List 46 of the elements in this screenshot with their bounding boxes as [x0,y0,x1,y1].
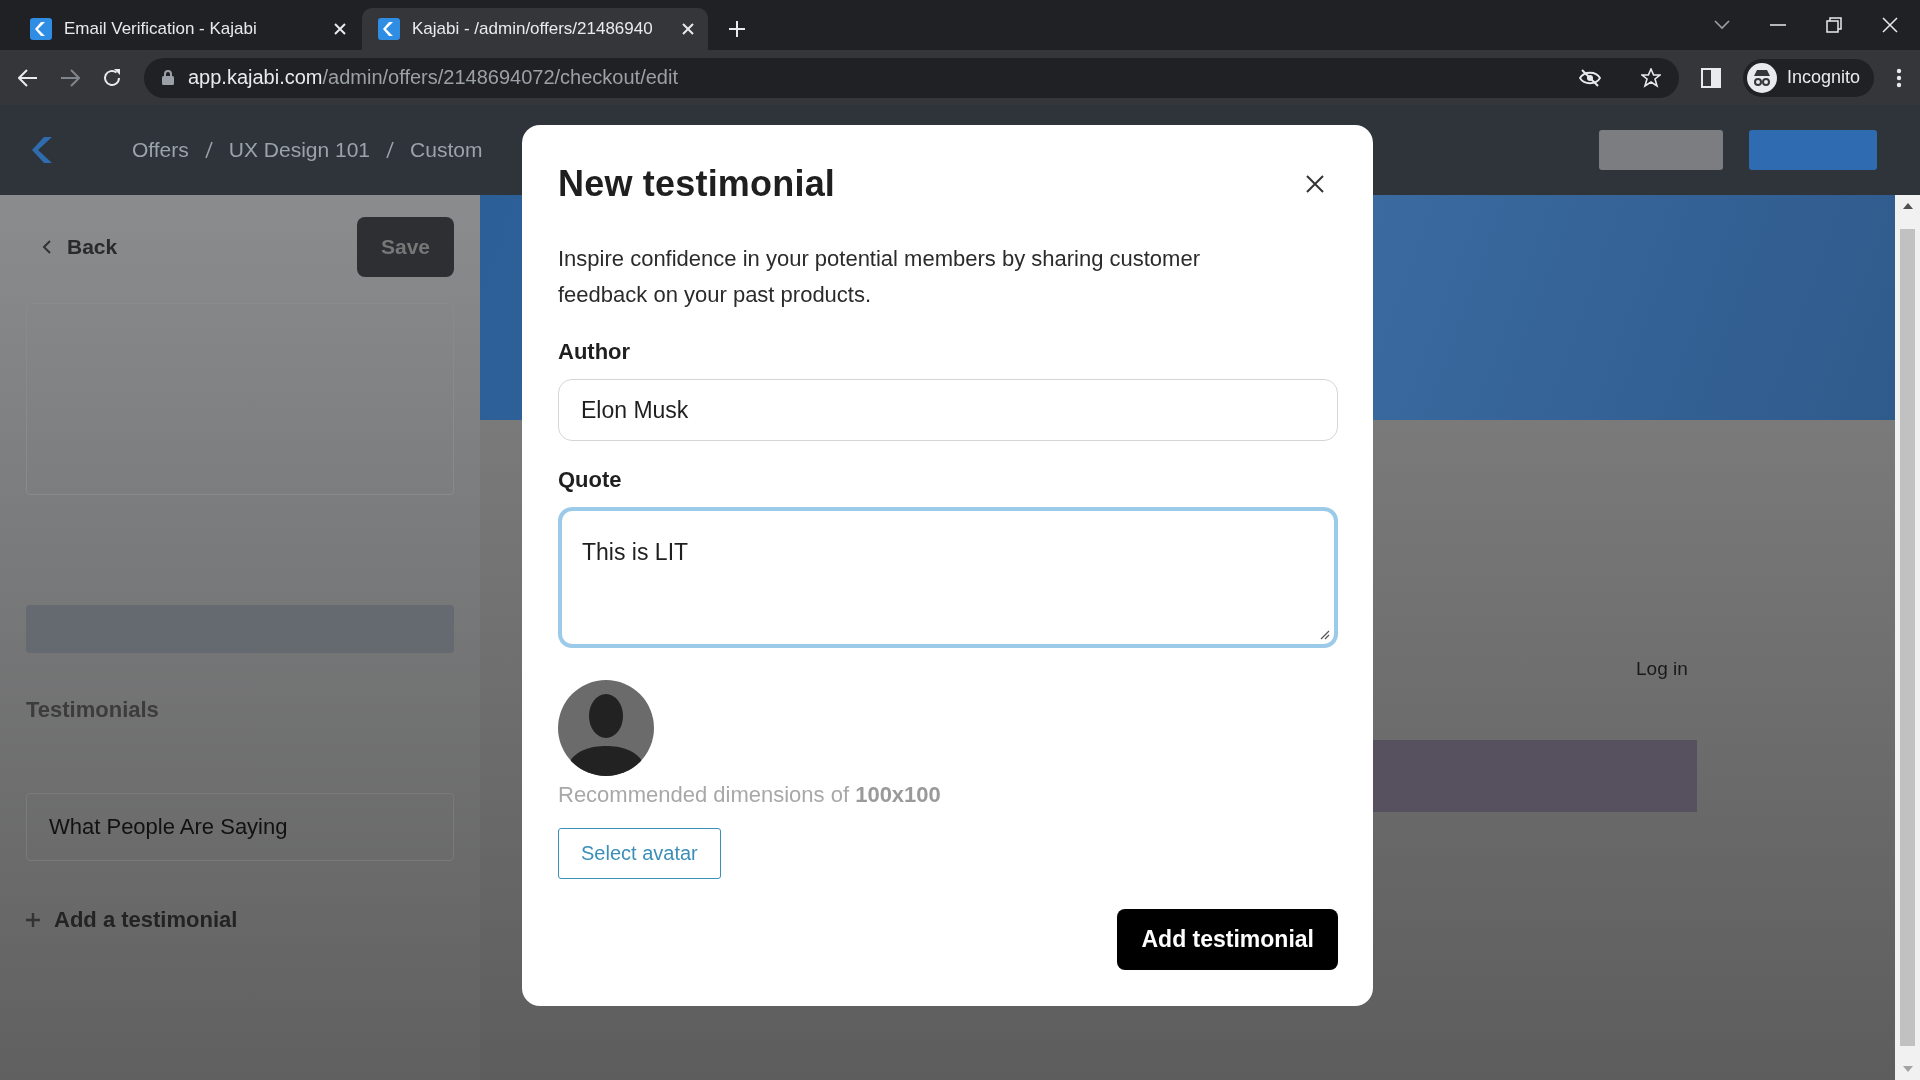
testimonial-item[interactable]: What People Are Saying [26,793,454,861]
back-arrow-icon[interactable] [18,68,38,87]
section-title: Testimonials [26,697,160,723]
browser-tab[interactable]: Email Verification - Kajabi [14,8,360,50]
incognito-icon [1746,62,1777,93]
address-bar[interactable]: app.kajabi.com/admin/offers/2148694072/checkout/edit [144,57,1679,98]
add-testimonial-link[interactable]: Add a testimonial [26,907,454,933]
restore-icon[interactable] [1826,17,1842,33]
dialog-title: New testimonial [558,163,836,205]
chevron-left-icon [42,240,51,254]
profile-button[interactable]: Incognito [1742,58,1874,97]
eye-off-icon[interactable] [1578,68,1601,87]
new-tab-icon[interactable] [728,20,746,38]
kajabi-logo-icon [30,18,52,40]
field-label: Quote [558,467,623,493]
add-testimonial-button[interactable]: Add testimonial [1117,909,1338,970]
dialog-description: Inspire confidence in your potential members by sharing customer feedback on your past products. [558,245,1201,309]
side-panel-icon[interactable] [1700,67,1721,88]
scroll-up-icon[interactable] [1902,203,1913,209]
breadcrumb[interactable]: Offers [132,138,189,162]
breadcrumb[interactable]: Custom [410,138,483,162]
forward-arrow-icon[interactable] [60,68,80,87]
breadcrumb-separator-icon [204,141,213,159]
scrollbar[interactable] [1895,195,1920,1080]
reload-icon[interactable] [102,67,122,88]
kajabi-logo-icon [378,18,400,40]
resize-handle-icon[interactable] [1320,630,1330,640]
avatar-hint: Recommended dimensions of 100x100 [558,782,942,808]
field-label: Author [558,339,632,365]
close-icon[interactable] [1306,175,1324,193]
url-text: app.kajabi.com/admin/offers/2148694072/checkout/edit [188,66,678,89]
back-link[interactable]: Back [42,235,118,259]
breadcrumb-separator-icon [386,141,395,159]
save-button[interactable]: Save [356,217,454,277]
more-menu-icon[interactable] [1896,67,1902,88]
select-avatar-button[interactable]: Select avatar [558,828,721,879]
checkout-button[interactable] [1373,740,1697,812]
breadcrumb[interactable]: UX Design 101 [228,138,371,162]
quote-field[interactable]: This is LIT [558,507,1338,648]
browser-tab[interactable]: Kajabi - /admin/offers/21486940 [362,8,708,50]
lock-icon [162,70,174,85]
plus-icon [26,913,40,927]
star-icon[interactable] [1640,67,1661,88]
chevron-down-icon[interactable] [1714,20,1730,30]
author-field[interactable]: Elon Musk [558,379,1338,441]
login-link[interactable]: Log in [1636,658,1688,680]
